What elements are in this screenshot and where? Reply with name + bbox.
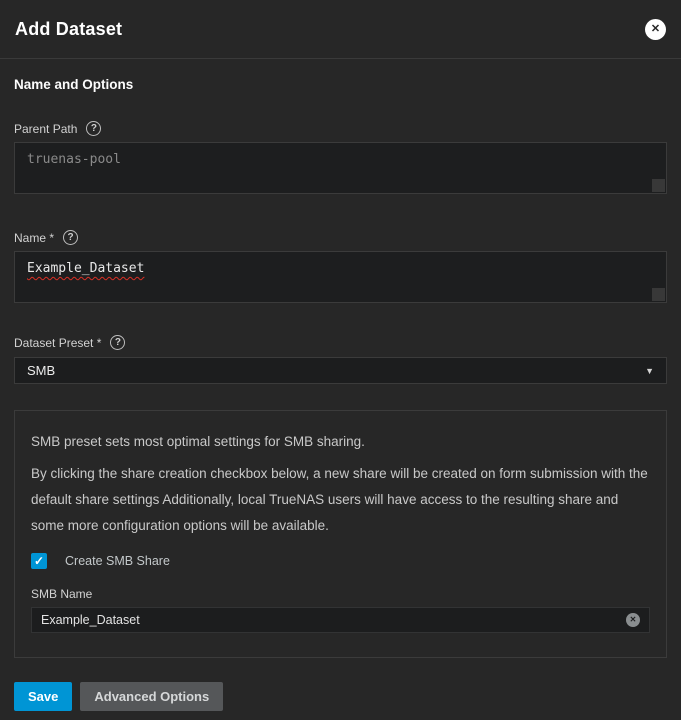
- dataset-preset-label: Dataset Preset *: [14, 336, 101, 350]
- create-smb-share-row[interactable]: ✓ Create SMB Share: [31, 553, 650, 569]
- smb-description-1: SMB preset sets most optimal settings fo…: [31, 429, 650, 455]
- create-smb-share-label[interactable]: Create SMB Share: [65, 554, 170, 568]
- name-label-row: Name * ?: [14, 230, 667, 245]
- action-bar: Save Advanced Options: [14, 682, 667, 711]
- smb-name-field: ✕: [31, 607, 650, 633]
- page-title: Add Dataset: [15, 19, 122, 40]
- check-icon: ✓: [34, 555, 44, 567]
- help-icon[interactable]: ?: [63, 230, 78, 245]
- smb-name-input[interactable]: [41, 613, 626, 627]
- dataset-preset-label-row: Dataset Preset * ?: [14, 335, 667, 350]
- parent-path-input: truenas-pool: [14, 142, 667, 194]
- smb-description-2: By clicking the share creation checkbox …: [31, 461, 650, 539]
- name-value: Example_Dataset: [27, 261, 144, 276]
- help-icon[interactable]: ?: [110, 335, 125, 350]
- name-label: Name *: [14, 231, 54, 245]
- resize-handle[interactable]: [652, 288, 665, 301]
- dataset-preset-select[interactable]: SMB ▼: [14, 357, 667, 384]
- smb-name-label: SMB Name: [31, 587, 650, 601]
- dialog-body: Name and Options Parent Path ? truenas-p…: [0, 59, 681, 711]
- help-icon[interactable]: ?: [86, 121, 101, 136]
- section-title: Name and Options: [14, 59, 667, 92]
- name-input[interactable]: Example_Dataset: [14, 251, 667, 303]
- smb-preset-panel: SMB preset sets most optimal settings fo…: [14, 410, 667, 658]
- close-button[interactable]: ✕: [645, 19, 666, 40]
- clear-icon: ✕: [630, 616, 637, 624]
- create-smb-share-checkbox[interactable]: ✓: [31, 553, 47, 569]
- advanced-options-button[interactable]: Advanced Options: [80, 682, 223, 711]
- dialog-header: Add Dataset ✕: [0, 0, 681, 59]
- close-icon: ✕: [651, 24, 660, 35]
- resize-handle[interactable]: [652, 179, 665, 192]
- save-button[interactable]: Save: [14, 682, 72, 711]
- chevron-down-icon: ▼: [645, 366, 654, 376]
- parent-path-label-row: Parent Path ?: [14, 121, 667, 136]
- dataset-preset-value: SMB: [27, 363, 55, 378]
- parent-path-value: truenas-pool: [27, 152, 121, 167]
- parent-path-label: Parent Path: [14, 122, 77, 136]
- clear-input-button[interactable]: ✕: [626, 613, 640, 627]
